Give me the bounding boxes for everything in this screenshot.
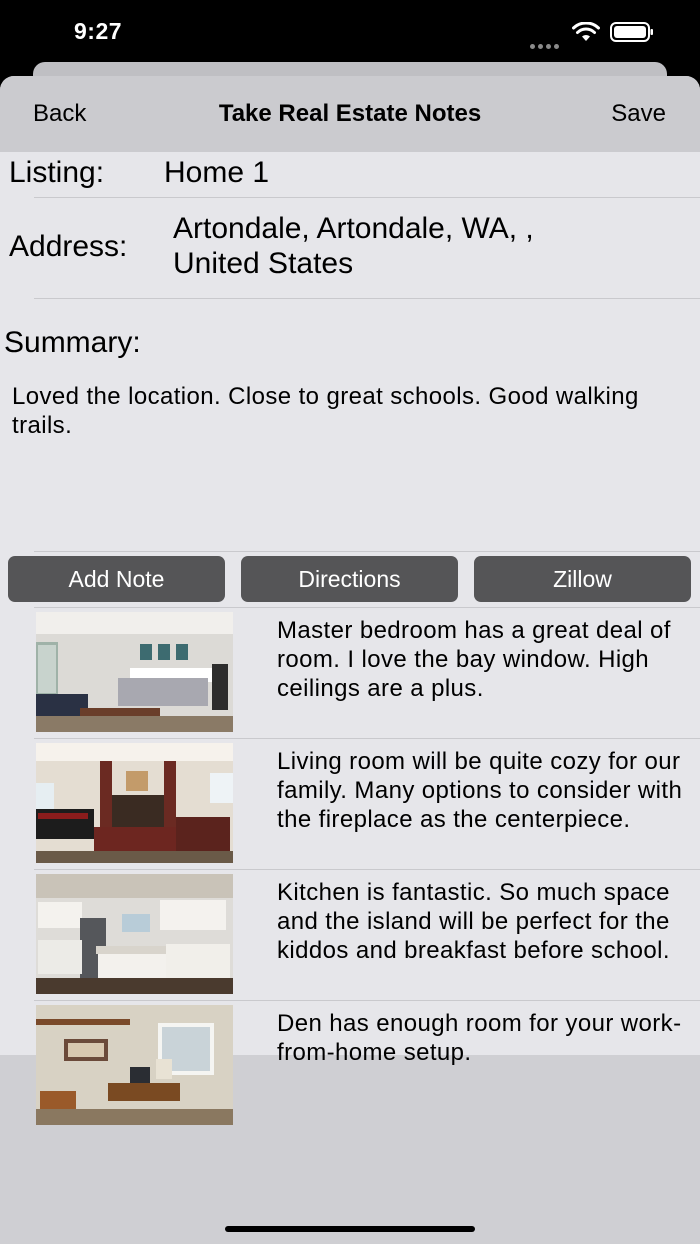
note-row[interactable]: Den has enough room for your work-from-h… (34, 1001, 700, 1129)
page-title: Take Real Estate Notes (218, 100, 482, 127)
summary-label: Summary: (4, 326, 141, 359)
note-row[interactable]: Master bedroom has a great deal of room.… (34, 608, 700, 739)
navigation-bar: Back Take Real Estate Notes Save (0, 76, 700, 152)
notes-form: Listing: Home 1 Address: Artondale, Arto… (0, 152, 700, 1125)
den-photo (36, 1005, 233, 1125)
note-text: Den has enough room for your work-from-h… (277, 1010, 682, 1066)
divider (34, 197, 700, 198)
note-row[interactable]: Kitchen is fantastic. So much space and … (34, 870, 700, 1001)
cellular-signal-icon (530, 36, 564, 49)
status-bar: 9:27 (0, 0, 700, 64)
directions-button[interactable]: Directions (241, 556, 458, 602)
note-text: Master bedroom has a great deal of room.… (277, 617, 671, 702)
living-room-photo (36, 743, 233, 863)
address-line-2[interactable]: United States (173, 247, 353, 281)
home-indicator[interactable] (225, 1226, 475, 1232)
wifi-icon (572, 22, 600, 41)
master-bedroom-photo (36, 612, 233, 732)
address-label: Address: (9, 230, 128, 263)
save-button[interactable]: Save (611, 100, 666, 128)
status-time: 9:27 (74, 18, 123, 44)
add-note-button[interactable]: Add Note (8, 556, 225, 602)
note-text: Living room will be quite cozy for our f… (277, 748, 683, 833)
notes-sheet: Back Take Real Estate Notes Save Listing… (0, 76, 700, 1244)
battery-icon (610, 22, 653, 42)
zillow-button[interactable]: Zillow (474, 556, 691, 602)
kitchen-photo (36, 874, 233, 994)
note-row[interactable]: Living room will be quite cozy for our f… (34, 739, 700, 870)
address-line-1[interactable]: Artondale, Artondale, WA, , (173, 212, 534, 246)
divider (34, 298, 700, 299)
summary-text[interactable]: Loved the location. Close to great schoo… (12, 382, 672, 440)
listing-value[interactable]: Home 1 (164, 156, 269, 190)
listing-label: Listing: (9, 156, 105, 189)
note-text: Kitchen is fantastic. So much space and … (277, 879, 670, 964)
divider (34, 551, 700, 552)
